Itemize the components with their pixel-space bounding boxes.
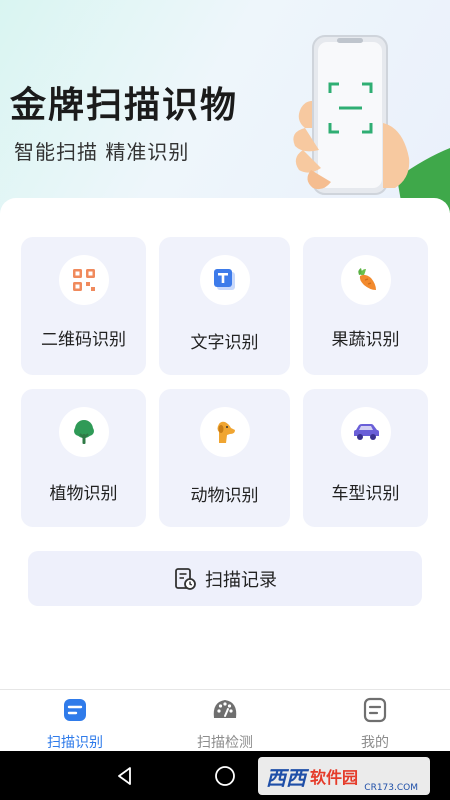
tab-label: 扫描识别	[47, 735, 103, 751]
tab-label: 我的	[361, 735, 389, 751]
text-t-icon	[199, 255, 250, 305]
tile-animal-recognition[interactable]: 动物识别	[159, 389, 290, 527]
carrot-icon	[340, 255, 391, 305]
dog-icon	[199, 407, 250, 457]
tile-label: 果蔬识别	[331, 330, 400, 350]
scan-record-label: 扫描记录	[205, 569, 277, 591]
tile-text-recognition[interactable]: 文字识别	[159, 237, 290, 375]
record-icon	[175, 567, 196, 590]
tile-produce-recognition[interactable]: 果蔬识别	[303, 237, 428, 375]
tile-label: 二维码识别	[41, 330, 126, 350]
home-icon[interactable]	[214, 765, 236, 787]
tile-label: 动物识别	[190, 486, 259, 506]
hero-banner: 金牌扫描识物 智能扫描 精准识别	[0, 0, 450, 215]
tab-label: 扫描检测	[197, 735, 253, 751]
status-bar	[0, 0, 450, 30]
tab-scan-detection[interactable]: 扫描检测	[150, 696, 300, 752]
back-icon[interactable]	[114, 765, 136, 787]
profile-icon	[363, 697, 387, 723]
tile-vehicle-recognition[interactable]: 车型识别	[303, 389, 428, 527]
tab-scan-recognition[interactable]: 扫描识别	[0, 696, 150, 752]
hero-subtitle: 智能扫描 精准识别	[14, 140, 190, 164]
watermark-logo: 西西 软件园 CR173.COM	[258, 757, 430, 795]
tile-qr-recognition[interactable]: 二维码识别	[21, 237, 146, 375]
watermark-brand: 西西	[266, 765, 306, 790]
system-nav-bar: 西西 软件园 CR173.COM	[0, 751, 450, 800]
tile-label: 文字识别	[190, 333, 259, 353]
qr-code-icon	[58, 255, 109, 305]
car-icon	[340, 407, 391, 457]
bottom-tab-bar: 扫描识别 扫描检测 我的	[0, 689, 450, 751]
phone-in-hand-illustration	[293, 35, 450, 213]
tree-icon	[58, 407, 109, 457]
tile-label: 车型识别	[331, 484, 400, 504]
watermark-url: CR173.COM	[364, 783, 418, 793]
watermark-text: 软件园	[310, 768, 359, 787]
hero-title: 金牌扫描识物	[10, 85, 239, 126]
scan-tab-icon	[64, 699, 86, 721]
scan-record-button[interactable]: 扫描记录	[28, 551, 422, 606]
tab-mine[interactable]: 我的	[300, 696, 450, 752]
tile-plant-recognition[interactable]: 植物识别	[21, 389, 146, 527]
gauge-icon	[213, 700, 237, 718]
tile-label: 植物识别	[49, 484, 118, 504]
